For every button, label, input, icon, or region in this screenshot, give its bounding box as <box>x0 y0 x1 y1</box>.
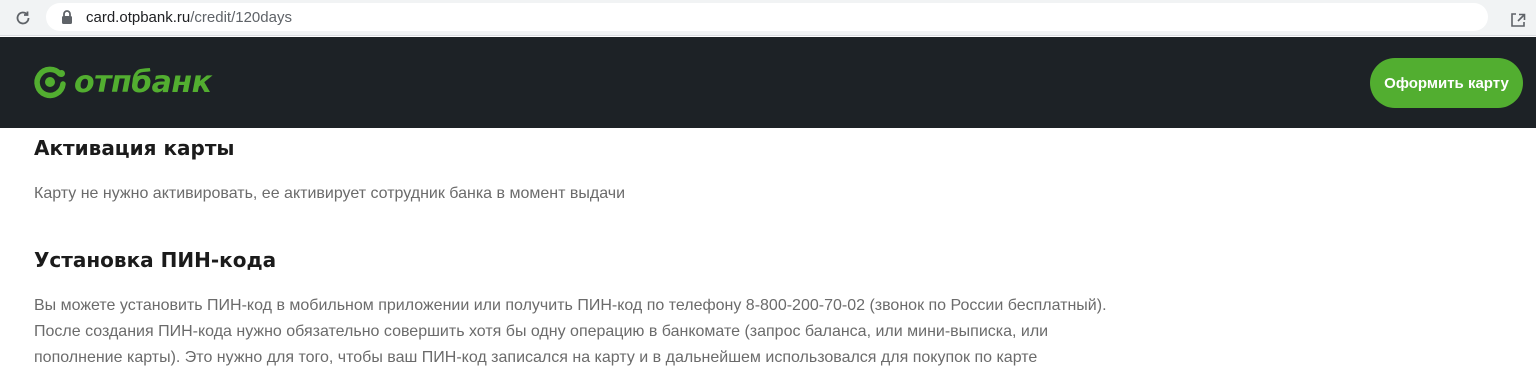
address-bar[interactable]: card.otpbank.ru/credit/120days <box>46 3 1526 31</box>
url-host: card.otpbank.ru <box>86 9 191 26</box>
browser-toolbar: card.otpbank.ru/credit/120days <box>0 0 1536 36</box>
site-header: отпбанк Оформить карту <box>0 37 1536 128</box>
pin-text-line-3: пополнение карты). Это нужно для того, ч… <box>34 349 1038 366</box>
reload-icon[interactable] <box>12 7 34 29</box>
logo-text: отпбанк <box>74 64 212 100</box>
url-text[interactable]: card.otpbank.ru/credit/120days <box>86 9 292 26</box>
pin-text-line-1: Вы можете установить ПИН-код в мобильном… <box>34 297 1107 314</box>
otp-logo[interactable]: отпбанк <box>32 59 212 105</box>
otp-logo-icon <box>34 66 66 99</box>
section-heading-activation: Активация карты <box>34 136 235 160</box>
activation-text: Карту не нужно активировать, ее активиру… <box>34 185 626 202</box>
url-path: /credit/120days <box>190 9 292 26</box>
pin-text-line-2: После создания ПИН-кода нужно обязательн… <box>34 323 1049 340</box>
lock-icon[interactable] <box>60 9 74 25</box>
share-icon[interactable] <box>1508 10 1528 30</box>
section-heading-pin: Установка ПИН-кода <box>34 248 277 272</box>
order-card-button[interactable]: Оформить карту <box>1370 58 1523 108</box>
